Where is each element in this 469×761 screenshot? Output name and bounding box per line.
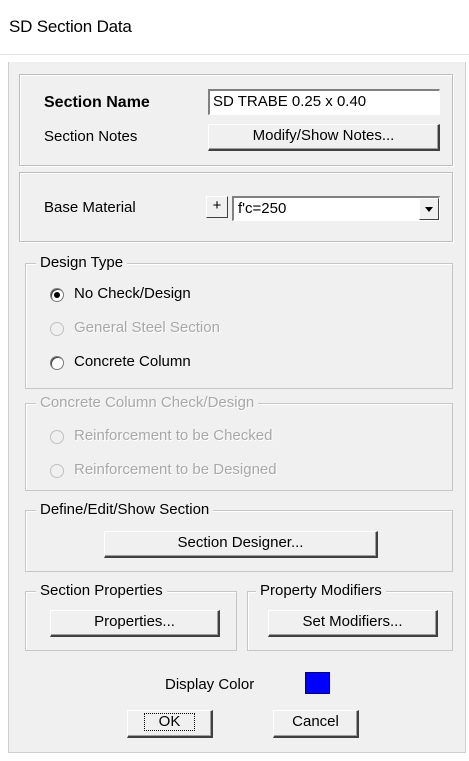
- section-properties-legend: Section Properties: [36, 582, 167, 600]
- section-name-label: Section Name: [44, 94, 150, 111]
- section-properties-group: Section Properties Properties...: [25, 582, 237, 651]
- radio-no-check-design[interactable]: [50, 288, 64, 302]
- cancel-button[interactable]: Cancel: [273, 710, 359, 738]
- reinforcement-designed-label: Reinforcement to be Designed: [74, 461, 277, 478]
- property-modifiers-legend: Property Modifiers: [256, 582, 386, 600]
- base-material-value: f'c=250: [238, 200, 287, 217]
- set-modifiers-button[interactable]: Set Modifiers...: [268, 610, 438, 637]
- base-material-panel: Base Material + f'c=250: [19, 172, 453, 242]
- concrete-column-label[interactable]: Concrete Column: [74, 353, 191, 371]
- property-modifiers-group: Property Modifiers Set Modifiers...: [247, 582, 453, 651]
- section-data-dialog: SD Section Data Section Name SD TRABE 0.…: [0, 0, 469, 761]
- general-steel-section-label: General Steel Section: [74, 319, 220, 336]
- modify-notes-button[interactable]: Modify/Show Notes...: [208, 124, 440, 151]
- concrete-column-legend: Concrete Column Check/Design: [36, 394, 259, 412]
- window-title: SD Section Data: [9, 17, 132, 36]
- design-type-group: Design Type No Check/Design General Stee…: [25, 254, 453, 389]
- dialog-body: Section Name SD TRABE 0.25 x 0.40 Sectio…: [8, 62, 466, 753]
- radio-general-steel-section: [50, 322, 64, 336]
- radio-reinforcement-checked: [50, 430, 64, 444]
- no-check-design-label[interactable]: No Check/Design: [74, 285, 191, 303]
- radio-reinforcement-designed: [50, 464, 64, 478]
- base-material-select[interactable]: f'c=250: [232, 196, 440, 221]
- section-notes-label: Section Notes: [44, 128, 138, 145]
- section-name-input[interactable]: SD TRABE 0.25 x 0.40: [208, 89, 440, 115]
- add-material-button[interactable]: +: [206, 196, 228, 218]
- title-bar[interactable]: SD Section Data: [0, 0, 469, 55]
- reinforcement-checked-label: Reinforcement to be Checked: [74, 427, 273, 444]
- ok-button[interactable]: OK: [127, 710, 213, 738]
- section-designer-button[interactable]: Section Designer...: [104, 531, 378, 558]
- radio-concrete-column[interactable]: [50, 356, 64, 370]
- define-section-group: Define/Edit/Show Section Section Designe…: [25, 501, 453, 572]
- base-material-label: Base Material: [44, 199, 136, 216]
- design-type-legend: Design Type: [36, 254, 128, 272]
- display-color-label: Display Color: [165, 676, 255, 693]
- section-name-panel: Section Name SD TRABE 0.25 x 0.40 Sectio…: [19, 74, 453, 166]
- properties-button[interactable]: Properties...: [50, 610, 220, 637]
- display-color-swatch[interactable]: [305, 672, 330, 694]
- concrete-column-group: Concrete Column Check/Design Reinforceme…: [25, 394, 453, 491]
- ok-button-label: OK: [143, 713, 196, 731]
- define-section-legend: Define/Edit/Show Section: [36, 501, 214, 519]
- chevron-down-icon[interactable]: [419, 198, 439, 220]
